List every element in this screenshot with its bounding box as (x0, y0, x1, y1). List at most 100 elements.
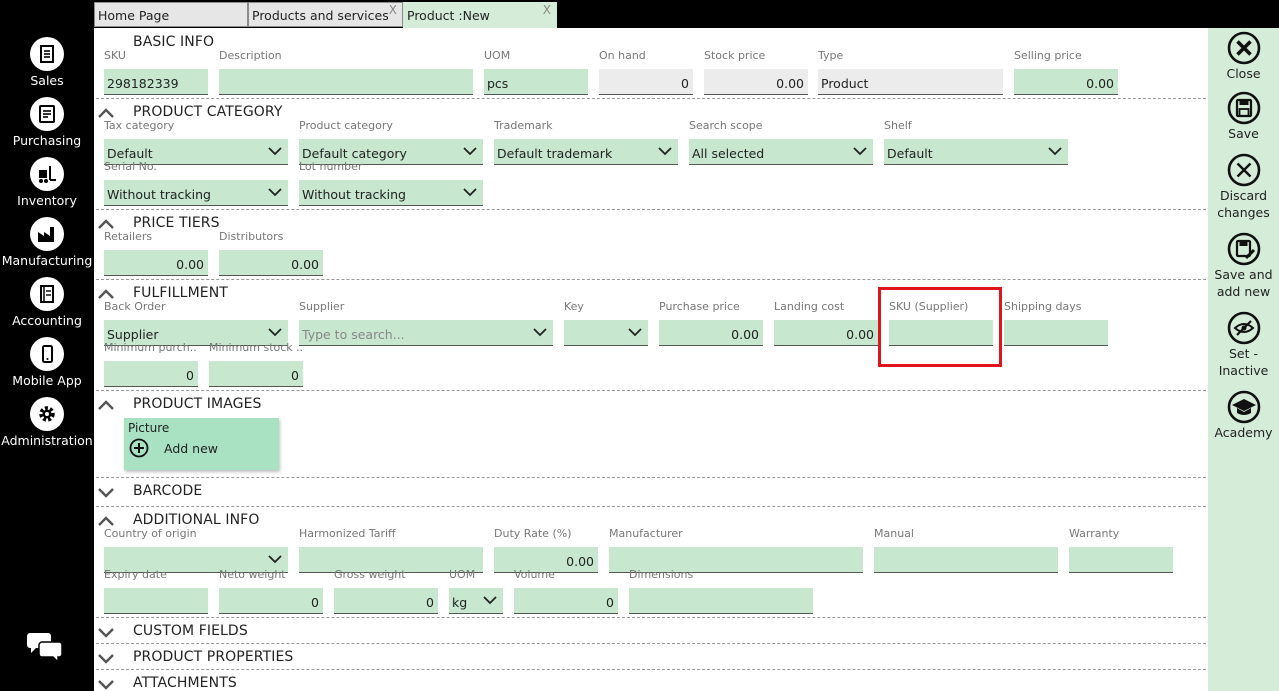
save-and-add-new-button[interactable]: Save and add new (1208, 232, 1279, 300)
section-divider (96, 209, 1206, 210)
field-label: Shelf (884, 119, 912, 132)
neto-weight-input[interactable]: 0 (219, 588, 323, 614)
save-icon (1227, 91, 1260, 125)
field-label: Back Order (104, 300, 166, 313)
chevron-down-icon[interactable] (268, 188, 282, 197)
chevron-up-icon[interactable] (97, 514, 115, 528)
nav-item-purchasing[interactable]: Purchasing (0, 97, 94, 148)
section-divider (96, 98, 1206, 99)
trademark-value[interactable]: Default trademark (494, 139, 678, 165)
nav-item-administration[interactable]: Administration (0, 397, 94, 448)
action-label: add new (1216, 284, 1271, 299)
section-title: FULFILLMENT (133, 285, 228, 301)
academy-button[interactable]: Academy (1208, 390, 1279, 441)
close-tab-icon[interactable]: X (543, 3, 551, 17)
warranty-input[interactable] (1069, 547, 1173, 573)
gross-weight-input[interactable]: 0 (334, 588, 438, 614)
shipping-days-input[interactable] (1004, 320, 1108, 346)
chevron-down-icon[interactable] (628, 328, 642, 337)
chevron-up-icon[interactable] (97, 217, 115, 231)
chevron-down-icon[interactable] (97, 651, 115, 665)
nav-item-inventory[interactable]: Inventory (0, 157, 94, 208)
close-tab-icon[interactable]: X (389, 3, 397, 17)
field-label: Selling price (1014, 49, 1082, 62)
search-scope-value[interactable]: All selected (689, 139, 873, 165)
section-barcode[interactable]: BARCODE (94, 483, 1206, 503)
section-product-properties[interactable]: PRODUCT PROPERTIES (94, 649, 1206, 669)
minimum-stock-input[interactable]: 0 (209, 361, 303, 387)
serial-no-value[interactable]: Without tracking (104, 180, 288, 206)
action-label: Academy (1214, 425, 1273, 440)
landing-cost-input[interactable]: 0.00 (774, 320, 878, 346)
retailers-price-input[interactable]: 0.00 (104, 250, 208, 276)
chevron-up-icon[interactable] (97, 398, 115, 412)
supplier-search-input[interactable]: Type to search... (299, 320, 553, 346)
nav-item-mobile-app[interactable]: Mobile App (0, 337, 94, 388)
forklift-icon (30, 157, 64, 191)
action-rail: Close Save Discard changes Save and add … (1208, 28, 1279, 691)
purchasing-document-icon (30, 97, 64, 131)
highlight-box (878, 287, 1002, 367)
chat-icon[interactable] (26, 630, 66, 664)
chevron-down-icon[interactable] (658, 147, 672, 156)
dimensions-input[interactable] (629, 588, 813, 614)
minimum-purchase-input[interactable]: 0 (104, 361, 198, 387)
expiry-date-input[interactable] (104, 588, 208, 614)
nav-item-sales[interactable]: Sales (0, 37, 94, 88)
purchase-price-input[interactable]: 0.00 (659, 320, 763, 346)
chevron-down-icon[interactable] (97, 625, 115, 639)
shelf-value[interactable]: Default (884, 139, 1068, 165)
chevron-up-icon[interactable] (97, 106, 115, 120)
chevron-down-icon[interactable] (463, 147, 477, 156)
section-custom-fields[interactable]: CUSTOM FIELDS (94, 623, 1206, 643)
manual-input[interactable] (874, 547, 1058, 573)
left-navigation: Sales Purchasing Inventory Manufacturing… (0, 0, 94, 691)
add-picture-button[interactable]: Picture Add new (124, 418, 279, 470)
section-divider (96, 617, 1206, 618)
factory-icon (30, 217, 64, 251)
chevron-down-icon[interactable] (463, 188, 477, 197)
field-label: Serial No. (104, 160, 157, 173)
chevron-down-icon[interactable] (268, 147, 282, 156)
section-title: PRODUCT PROPERTIES (133, 649, 294, 665)
chevron-down-icon[interactable] (853, 147, 867, 156)
field-label: Type (818, 49, 844, 62)
tab-products-and-services[interactable]: Products and services X (248, 2, 403, 27)
chevron-down-icon[interactable] (97, 677, 115, 691)
field-label: Trademark (494, 119, 553, 132)
volume-input[interactable]: 0 (514, 588, 618, 614)
tab-home-page[interactable]: Home Page (94, 2, 248, 27)
uom-input[interactable]: pcs (484, 69, 588, 95)
chevron-down-icon[interactable] (1048, 147, 1062, 156)
section-title: BASIC INFO (133, 34, 215, 50)
chevron-down-icon[interactable] (268, 555, 282, 564)
field-label: Volume (514, 568, 555, 581)
chevron-down-icon[interactable] (533, 328, 547, 337)
selling-price-input[interactable]: 0.00 (1014, 69, 1118, 95)
set-inactive-button[interactable]: Set - Inactive (1208, 311, 1279, 379)
section-divider (96, 279, 1206, 280)
chevron-down-icon[interactable] (97, 485, 115, 499)
action-label: Discard (1220, 188, 1267, 203)
nav-item-accounting[interactable]: Accounting (0, 277, 94, 328)
description-input[interactable] (219, 69, 473, 95)
chevron-down-icon[interactable] (268, 328, 282, 337)
nav-item-manufacturing[interactable]: Manufacturing (0, 217, 94, 268)
sku-input[interactable]: 298182339 (104, 69, 208, 95)
save-button[interactable]: Save (1208, 91, 1279, 142)
chevron-up-icon[interactable] (97, 287, 115, 301)
tab-label: Product :New (407, 8, 490, 23)
distributors-price-input[interactable]: 0.00 (219, 250, 323, 276)
field-label: Harmonized Tariff (299, 527, 396, 540)
tab-product-new[interactable]: Product :New X (403, 2, 557, 28)
close-button[interactable]: Close (1208, 31, 1279, 82)
discard-changes-button[interactable]: Discard changes (1208, 153, 1279, 221)
lot-number-value[interactable]: Without tracking (299, 180, 483, 206)
product-form: BASIC INFO SKU 298182339 Description UOM… (94, 28, 1208, 691)
type-value: Product (818, 69, 1003, 95)
chevron-down-icon[interactable] (483, 596, 497, 605)
close-icon (1227, 31, 1260, 65)
section-attachments[interactable]: ATTACHMENTS (94, 675, 1206, 691)
section-product-images[interactable]: PRODUCT IMAGES (94, 396, 1206, 416)
field-label: Lot number (299, 160, 363, 173)
